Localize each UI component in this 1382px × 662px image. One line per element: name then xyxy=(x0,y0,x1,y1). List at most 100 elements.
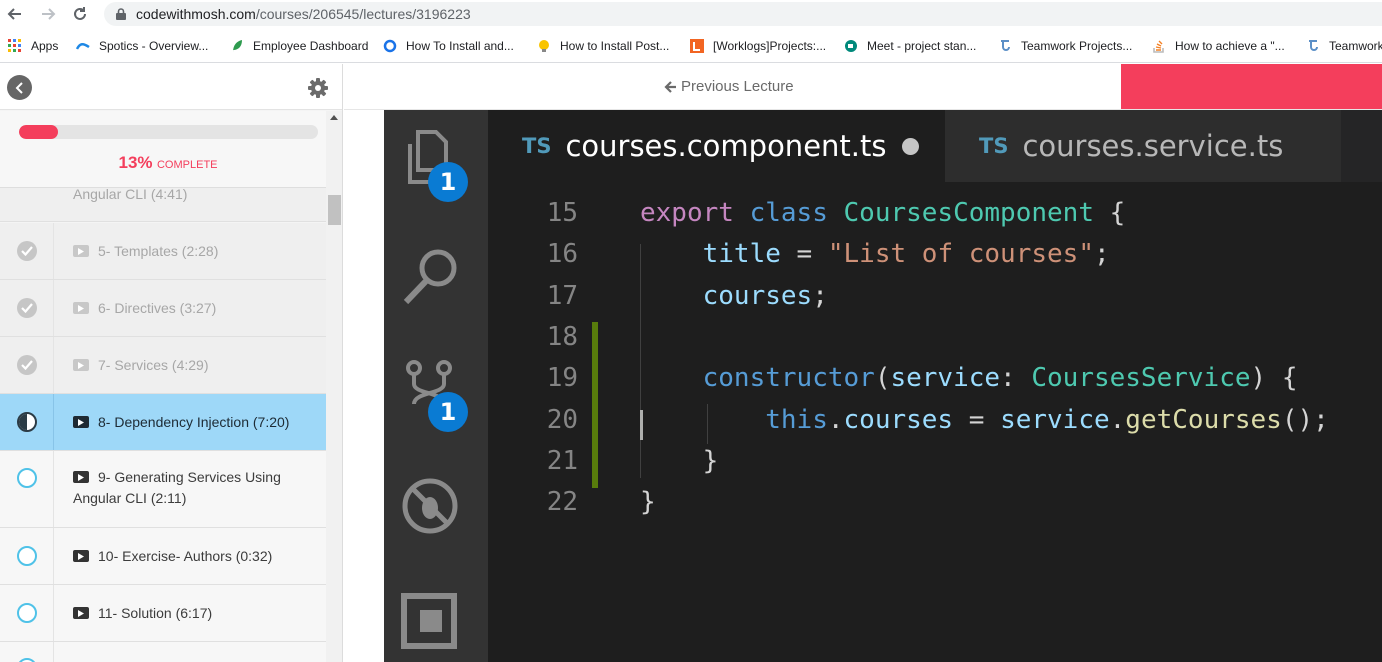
typescript-icon: TS xyxy=(522,134,552,158)
gear-icon[interactable] xyxy=(308,78,328,98)
tab-label: courses.service.ts xyxy=(1022,129,1284,163)
worklogs-icon xyxy=(690,39,704,53)
lecture-item-generating-services[interactable]: 9- Generating Services Using Angular CLI… xyxy=(0,451,326,528)
row-divider xyxy=(53,280,54,336)
bookmark-install-post[interactable]: How to Install Post... xyxy=(537,37,669,55)
bookmark-meet[interactable]: Meet - project stan... xyxy=(844,37,976,55)
bookmark-how-to-achieve[interactable]: How to achieve a "... xyxy=(1152,37,1285,55)
url-host: codewithmosh.com xyxy=(136,6,256,22)
lecture-item-directives[interactable]: 6- Directives (3:27) xyxy=(0,280,326,337)
lecture-title: 10- Exercise- Authors (0:32) xyxy=(98,548,273,564)
line-number: 15 xyxy=(546,198,578,228)
empty-circle-icon xyxy=(17,546,37,566)
url-path: /courses/206545/lectures/3196223 xyxy=(255,6,471,22)
bookmark-label: Teamwork xyxy=(1329,39,1382,53)
bookmark-label: [Worklogs]Projects:... xyxy=(713,39,827,53)
lecture-item-services[interactable]: 7- Services (4:29) xyxy=(0,337,326,394)
url-field[interactable]: codewithmosh.com/courses/206545/lectures… xyxy=(104,2,1382,26)
lecture-item-solution[interactable]: 11- Solution (6:17) xyxy=(0,585,326,642)
complete-and-continue-button[interactable] xyxy=(1121,64,1382,109)
code-line-19: constructor(service: CoursesService) { xyxy=(702,363,1298,393)
tab-courses-service[interactable]: TS courses.service.ts xyxy=(945,110,1341,182)
browser-toolbar: codewithmosh.com/courses/206545/lectures… xyxy=(0,0,1382,29)
list-item[interactable]: Angular CLI (4:41) xyxy=(0,186,326,222)
bookmark-label: Teamwork Projects... xyxy=(1021,39,1133,53)
bookmark-label: How to achieve a "... xyxy=(1175,39,1285,53)
code-line-15: export class CoursesComponent { xyxy=(640,198,1126,228)
lecture-title: 5- Templates (2:28) xyxy=(98,243,219,259)
bookmarks-bar: Apps Spotics - Overview... Employee Dash… xyxy=(0,29,1382,63)
check-icon xyxy=(17,241,37,261)
forward-arrow-icon[interactable] xyxy=(37,4,59,24)
lecture-item-dependency-injection[interactable]: 8- Dependency Injection (7:20) xyxy=(0,394,326,451)
explorer-badge: 1 xyxy=(428,162,468,202)
row-divider xyxy=(53,528,54,584)
line-number: 16 xyxy=(546,239,578,269)
code-line-17: courses; xyxy=(702,281,828,311)
line-number: 22 xyxy=(546,487,578,517)
row-divider xyxy=(53,585,54,641)
bookmark-label: Meet - project stan... xyxy=(867,39,977,53)
progress-label: 13% COMPLETE xyxy=(0,153,336,173)
teamwork-icon xyxy=(998,39,1012,53)
debug-icon xyxy=(400,476,460,536)
bookmark-label: Apps xyxy=(31,39,59,53)
lecture-item-next[interactable] xyxy=(0,642,326,662)
bookmark-teamwork[interactable]: Teamwork xyxy=(1306,37,1382,55)
vscode-activity-bar: 1 1 xyxy=(384,110,488,662)
scm-badge: 1 xyxy=(428,392,468,432)
lecture-item-exercise-authors[interactable]: 10- Exercise- Authors (0:32) xyxy=(0,528,326,585)
extensions-icon xyxy=(400,590,460,650)
git-change-marker xyxy=(592,322,598,488)
lock-icon xyxy=(116,8,126,20)
progress-percent: 13% xyxy=(118,153,153,172)
code-line-22: } xyxy=(640,487,656,517)
refresh-blue-icon xyxy=(383,39,397,53)
bookmark-employee-dashboard[interactable]: Employee Dashboard xyxy=(230,37,368,55)
line-number: 18 xyxy=(546,322,578,352)
lightbulb-icon xyxy=(537,39,551,53)
reload-icon[interactable] xyxy=(69,4,91,24)
progress-bar xyxy=(19,125,318,139)
video-player[interactable]: 1 1 TS courses.component.ts TS courses.s… xyxy=(384,110,1382,662)
bookmark-spotics[interactable]: Spotics - Overview... xyxy=(76,37,208,55)
scroll-up-arrow-icon[interactable] xyxy=(330,115,338,120)
empty-circle-icon xyxy=(17,603,37,623)
code-line-21: } xyxy=(702,446,719,476)
bookmark-worklogs[interactable]: [Worklogs]Projects:... xyxy=(690,37,826,55)
row-divider xyxy=(53,337,54,393)
previous-lecture-link[interactable]: Previous Lecture xyxy=(664,78,794,95)
sidebar-header xyxy=(0,64,342,110)
tab-courses-component[interactable]: TS courses.component.ts xyxy=(488,110,945,182)
back-to-course-button[interactable] xyxy=(7,75,32,100)
search-icon xyxy=(400,244,460,305)
lecture-title: 11- Solution (6:17) xyxy=(98,605,213,621)
lecture-title: 6- Directives (3:27) xyxy=(98,300,217,316)
typescript-icon: TS xyxy=(979,134,1009,158)
previous-lecture-label: Previous Lecture xyxy=(681,78,794,95)
row-divider xyxy=(53,642,54,662)
back-arrow-icon[interactable] xyxy=(4,4,26,24)
bookmark-label: Employee Dashboard xyxy=(253,39,369,53)
apps-grid-icon xyxy=(8,39,22,53)
bookmark-apps[interactable]: Apps xyxy=(8,37,58,55)
check-icon xyxy=(17,355,37,375)
lecture-nav-bar: Previous Lecture xyxy=(344,64,1382,110)
row-divider xyxy=(53,394,54,450)
lecture-item-templates[interactable]: 5- Templates (2:28) xyxy=(0,223,326,280)
indent-guide xyxy=(640,244,641,478)
line-number: 17 xyxy=(546,281,578,311)
progress-word: COMPLETE xyxy=(156,159,218,171)
bookmark-how-to-install[interactable]: How To Install and... xyxy=(383,37,514,55)
stackoverflow-icon xyxy=(1152,39,1166,53)
empty-circle-icon xyxy=(17,468,37,488)
scrollbar-thumb[interactable] xyxy=(328,195,341,225)
meet-icon xyxy=(844,39,858,53)
sidebar-scrollbar[interactable] xyxy=(326,111,342,662)
code-line-16: title = "List of courses"; xyxy=(702,239,1110,269)
bookmark-teamwork-projects[interactable]: Teamwork Projects... xyxy=(998,37,1132,55)
course-progress: 13% COMPLETE xyxy=(0,111,326,188)
row-divider xyxy=(53,451,54,527)
lecture-title: 9- Generating Services Using Angular CLI… xyxy=(73,469,281,506)
tab-label: courses.component.ts xyxy=(565,129,887,163)
